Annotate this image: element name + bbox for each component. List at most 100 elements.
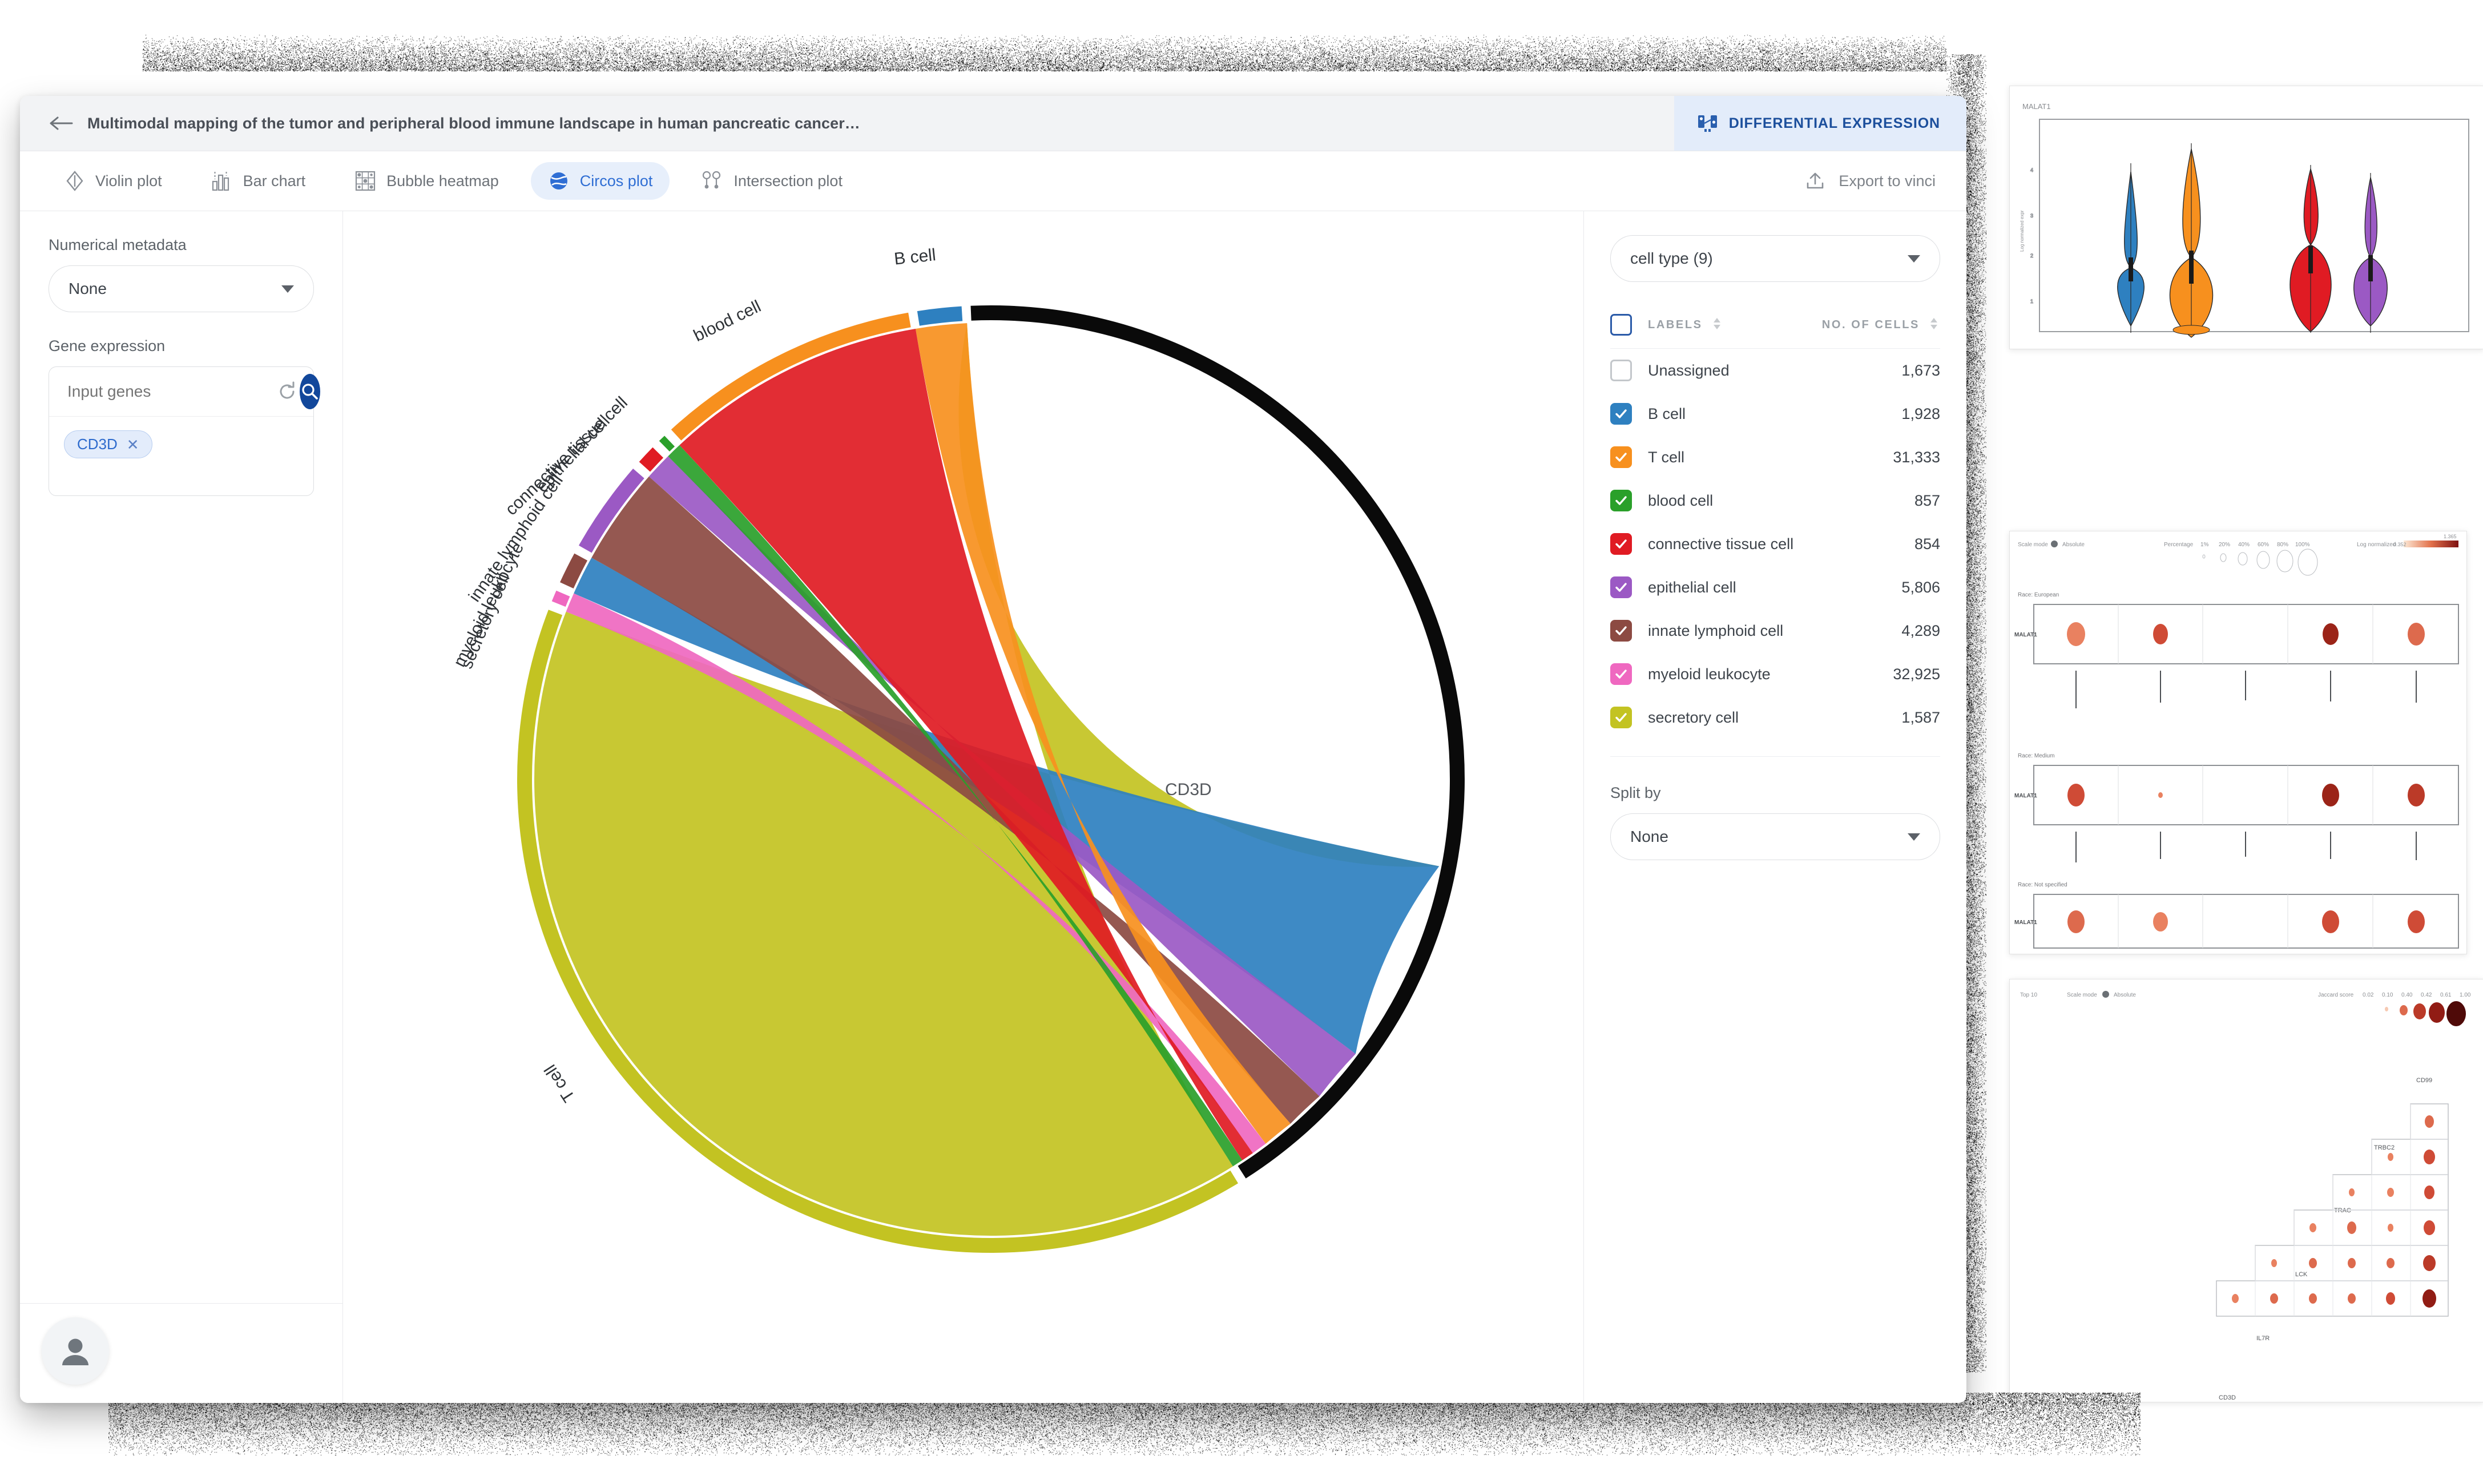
legend-label: myeloid leukocyte: [1648, 666, 1893, 683]
svg-text:Absolute: Absolute: [2114, 992, 2136, 998]
legend-count: 5,806: [1901, 579, 1940, 596]
legend-checkbox[interactable]: [1610, 620, 1632, 642]
legend-row[interactable]: T cell 31,333: [1610, 435, 1940, 479]
tab-circos-plot[interactable]: Circos plot: [531, 162, 670, 200]
circos-plot-icon: [548, 170, 570, 192]
group-by-select[interactable]: cell type (9): [1610, 235, 1940, 282]
tab-intersection-plot[interactable]: Intersection plot: [684, 162, 860, 200]
close-icon[interactable]: ✕: [127, 437, 139, 452]
tab-bar-chart[interactable]: Bar chart: [194, 162, 323, 200]
select-all-checkbox[interactable]: [1610, 314, 1632, 336]
legend-checkbox[interactable]: [1610, 490, 1632, 511]
chevron-down-icon: [1908, 255, 1920, 263]
legend-row[interactable]: secretory cell 1,587: [1610, 696, 1940, 739]
gene-segment-label: CD3D: [1165, 780, 1212, 799]
circos-chord-diagram[interactable]: T cellsecretory cellmyeloid leukocyteinn…: [343, 211, 1584, 1347]
gene-chip-label: CD3D: [77, 435, 118, 453]
legend-count: 857: [1914, 492, 1940, 510]
svg-text:1%: 1%: [2200, 542, 2209, 548]
legend-count: 32,925: [1893, 666, 1940, 683]
svg-text:IL7R: IL7R: [2256, 1335, 2270, 1342]
sort-labels-icon[interactable]: [1711, 316, 1723, 334]
legend-checkbox[interactable]: [1610, 663, 1632, 685]
legend-checkbox[interactable]: [1610, 360, 1632, 381]
left-controls-panel: Numerical metadata None Gene expression: [20, 211, 343, 1403]
svg-text:Race: Not specified: Race: Not specified: [2018, 882, 2067, 888]
legend-count: 854: [1914, 535, 1940, 553]
svg-text:CD3D: CD3D: [2219, 1394, 2236, 1401]
circos-plot-panel[interactable]: T cell secretory cell myeloid leukocyte inn…: [343, 211, 1584, 1403]
svg-text:CD99: CD99: [2416, 1077, 2432, 1084]
export-to-vinci-button[interactable]: Export to vinci: [1804, 170, 1936, 192]
segment-label: myeloid leukocyte: [450, 540, 527, 670]
legend-label: innate lymphoid cell: [1648, 622, 1901, 640]
legend-checkbox[interactable]: [1610, 707, 1632, 728]
svg-text:TRBC2: TRBC2: [2374, 1144, 2395, 1151]
tab-label: Intersection plot: [733, 172, 843, 190]
segment-arc[interactable]: [917, 307, 962, 326]
legend-table-header: LABELS NO. OF CELLS: [1610, 314, 1940, 349]
chord-ribbons: [534, 323, 1439, 1236]
split-by-label: Split by: [1610, 784, 1940, 802]
legend-label: T cell: [1648, 449, 1893, 466]
export-label: Export to vinci: [1839, 172, 1936, 190]
svg-text:Top 10: Top 10: [2020, 992, 2037, 998]
svg-text:Race: Medium: Race: Medium: [2018, 753, 2054, 759]
search-icon[interactable]: [300, 374, 320, 409]
thumb-gene-label: MALAT1: [2022, 102, 2051, 111]
svg-text:3: 3: [2030, 213, 2033, 219]
legend-count: 1,928: [1901, 405, 1940, 423]
svg-text:20%: 20%: [2219, 542, 2230, 548]
avatar[interactable]: [42, 1317, 109, 1385]
tab-label: Bar chart: [243, 172, 306, 190]
refresh-icon[interactable]: [275, 374, 300, 409]
svg-text:1.00: 1.00: [2460, 992, 2471, 998]
legend-label: epithelial cell: [1648, 579, 1901, 596]
sort-count-icon[interactable]: [1928, 316, 1940, 334]
selected-genes-area: CD3D ✕: [49, 417, 313, 495]
gene-expression-card: CD3D ✕: [49, 366, 314, 496]
legend-row[interactable]: connective tissue cell 854: [1610, 522, 1940, 566]
legend-row[interactable]: blood cell 857: [1610, 479, 1940, 522]
segment-arc[interactable]: [659, 435, 675, 451]
violin-plot-icon: [65, 170, 85, 192]
app-window: Multimodal mapping of the tumor and peri…: [20, 96, 1966, 1403]
differential-expression-button[interactable]: DIFFERENTIAL EXPRESSION: [1674, 96, 1966, 151]
upload-icon: [1804, 170, 1826, 192]
legend-row[interactable]: innate lymphoid cell 4,289: [1610, 609, 1940, 652]
split-by-value: None: [1630, 828, 1668, 846]
legend-row[interactable]: B cell 1,928: [1610, 392, 1940, 435]
legend-label: Unassigned: [1648, 362, 1901, 380]
page-title: Multimodal mapping of the tumor and peri…: [87, 115, 860, 132]
legend-checkbox[interactable]: [1610, 403, 1632, 425]
legend-label: secretory cell: [1648, 709, 1901, 727]
numerical-metadata-label: Numerical metadata: [49, 236, 314, 254]
svg-text:Scale mode: Scale mode: [2067, 992, 2097, 998]
legend-row[interactable]: epithelial cell 5,806: [1610, 566, 1940, 609]
svg-text:0.40: 0.40: [2401, 992, 2413, 998]
legend-checkbox[interactable]: [1610, 533, 1632, 555]
svg-text:Race: European: Race: European: [2018, 592, 2059, 598]
col-count-header: NO. OF CELLS: [1822, 318, 1920, 332]
segment-arc[interactable]: [552, 591, 570, 607]
svg-text:1: 1: [2030, 299, 2033, 304]
svg-text:0.10: 0.10: [2382, 992, 2393, 998]
left-panel-divider: [20, 1303, 342, 1304]
gene-search-input[interactable]: [66, 382, 275, 401]
split-by-select[interactable]: None: [1610, 813, 1940, 860]
legend-row[interactable]: myeloid leukocyte 32,925: [1610, 652, 1940, 696]
svg-text:LCK: LCK: [2295, 1271, 2308, 1278]
tab-violin-plot[interactable]: Violin plot: [47, 162, 179, 200]
svg-text:4: 4: [2030, 167, 2033, 173]
intersection-plot-icon: [702, 170, 723, 192]
svg-text:Scale mode: Scale mode: [2018, 542, 2048, 548]
legend-checkbox[interactable]: [1610, 576, 1632, 598]
legend-row[interactable]: Unassigned 1,673: [1610, 349, 1940, 392]
tab-bubble-heatmap[interactable]: Bubble heatmap: [337, 162, 516, 200]
gene-chip-cd3d[interactable]: CD3D ✕: [64, 430, 152, 458]
numerical-metadata-select[interactable]: None: [49, 265, 314, 312]
svg-text:100%: 100%: [2295, 542, 2310, 548]
back-arrow-icon[interactable]: [49, 110, 75, 136]
legend-checkbox[interactable]: [1610, 446, 1632, 468]
bubble-heatmap-thumbnail: Scale mode Absolute Percentage 1% 20% 40% 6…: [2009, 531, 2467, 954]
